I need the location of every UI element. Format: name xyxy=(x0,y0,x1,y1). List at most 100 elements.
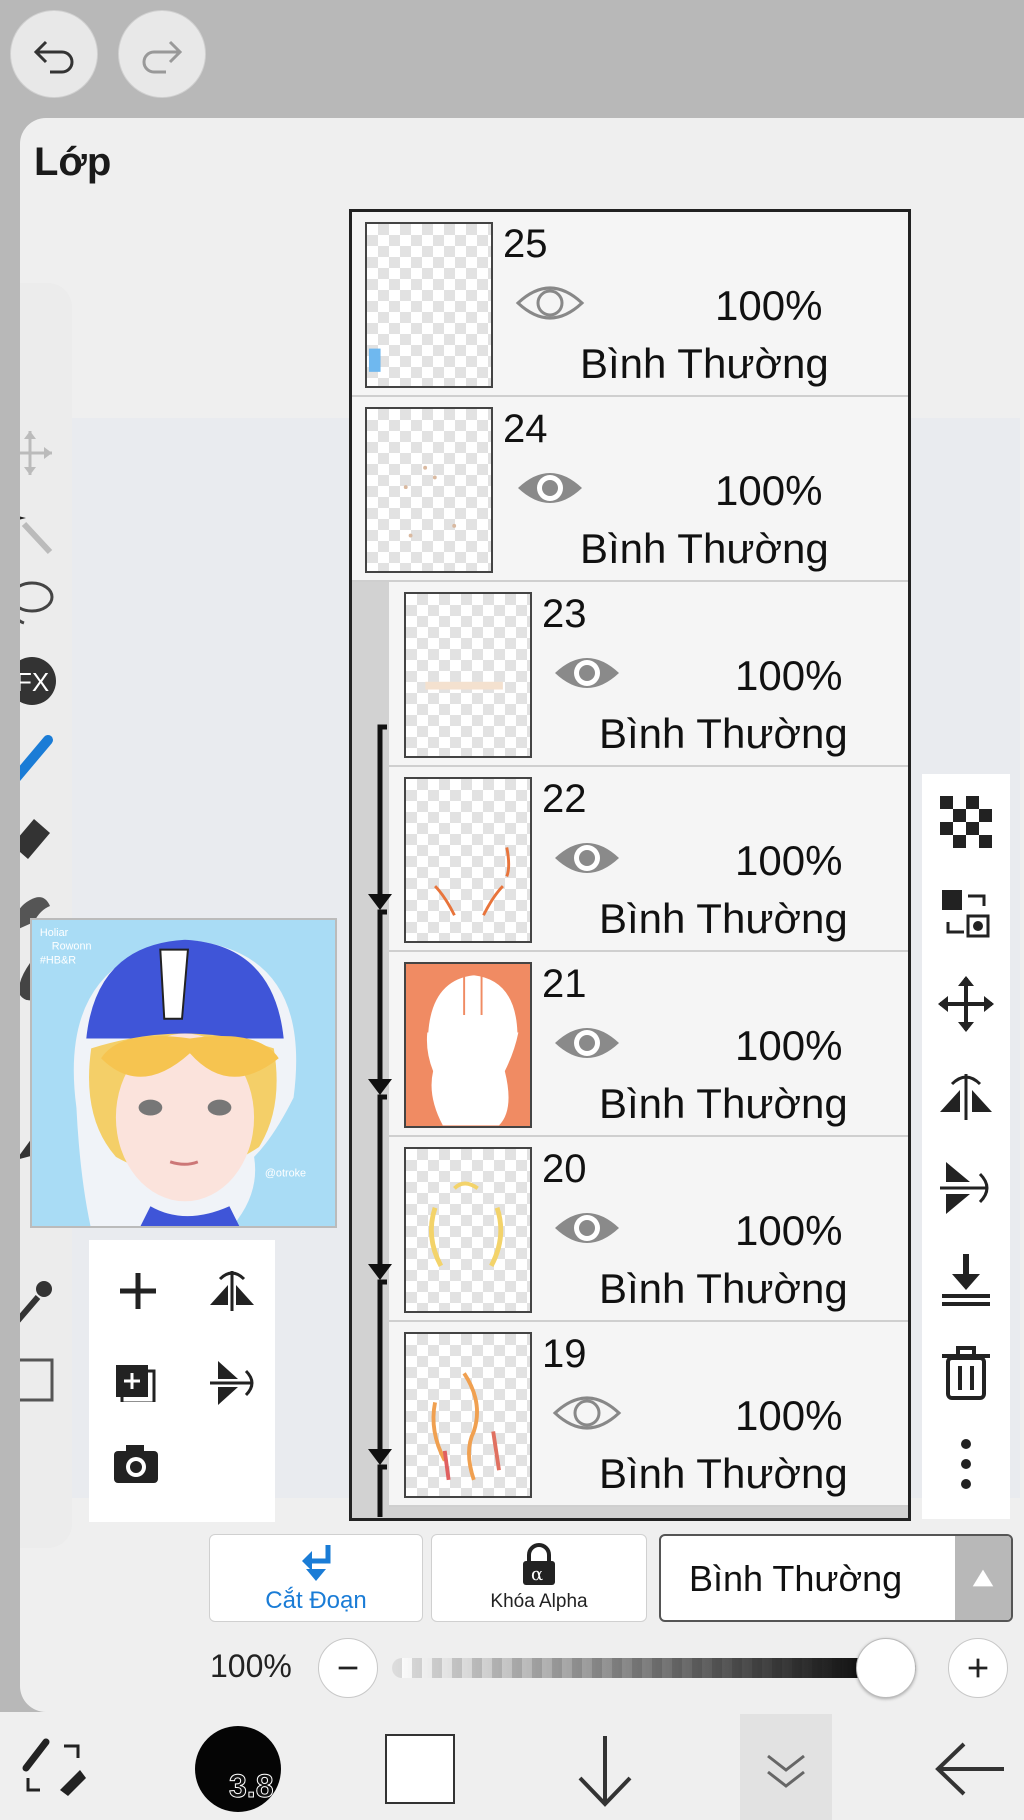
clip-arrow-icon xyxy=(302,1545,331,1581)
color-swatch[interactable] xyxy=(385,1734,455,1804)
layer-blend-mode: Bình Thường xyxy=(599,1265,848,1312)
more-options-button[interactable] xyxy=(934,1432,998,1496)
minus-icon xyxy=(338,1666,358,1670)
down-arrow-button[interactable] xyxy=(570,1730,640,1810)
layer-number: 24 xyxy=(503,407,548,451)
alpha-lock-button[interactable]: α Khóa Alpha xyxy=(431,1534,647,1622)
layer-number: 21 xyxy=(542,962,587,1006)
tool-swap-button[interactable] xyxy=(18,1734,92,1804)
camera-panel xyxy=(89,1402,183,1522)
visibility-toggle[interactable] xyxy=(552,1018,622,1068)
canvas-icon[interactable] xyxy=(20,1348,60,1408)
arrow-left-icon xyxy=(935,1742,1004,1796)
layer-thumbnail xyxy=(404,777,532,943)
svg-text:Rowonn: Rowonn xyxy=(52,941,92,953)
merge-down-icon xyxy=(942,1254,990,1306)
brush-size-button[interactable]: 3.8 xyxy=(195,1726,281,1812)
visibility-toggle[interactable] xyxy=(515,463,585,513)
alpha-lock-label: Khóa Alpha xyxy=(490,1591,588,1612)
swap-layer-button[interactable] xyxy=(934,882,998,946)
visibility-toggle[interactable] xyxy=(552,833,622,883)
arrow-down-icon xyxy=(578,1736,632,1807)
move-tool-icon[interactable] xyxy=(20,423,60,483)
layer-tools-rail xyxy=(922,774,1010,1519)
transparency-button[interactable] xyxy=(934,790,998,854)
layer-row[interactable]: 25 100% Bình Thường xyxy=(352,212,908,397)
canvas-preview[interactable]: Holiar Rowonn #HB&R @otroke xyxy=(30,918,337,1228)
flip-horizontal-icon xyxy=(940,1074,992,1120)
collapse-panel-button[interactable] xyxy=(740,1714,832,1820)
layer-row[interactable]: 22 100% Bình Thường xyxy=(389,767,908,952)
blend-mode-select[interactable]: Bình Thường xyxy=(659,1534,1013,1622)
eye-outline-icon xyxy=(552,1396,622,1430)
layer-opacity: 100% xyxy=(715,467,823,514)
layer-thumbnail xyxy=(404,1332,532,1498)
add-layer-button[interactable] xyxy=(103,1256,173,1326)
layer-blend-mode: Bình Thường xyxy=(599,895,848,942)
layer-number: 19 xyxy=(542,1332,587,1376)
clipping-label: Cắt Đoạn xyxy=(265,1587,367,1614)
fx-icon[interactable]: FX xyxy=(20,651,60,711)
eye-icon xyxy=(555,658,619,688)
layer-row[interactable]: 20 100% Bình Thường xyxy=(389,1137,908,1322)
flip-vertical-icon xyxy=(210,1361,254,1405)
layer-thumbnail xyxy=(404,592,532,758)
eye-icon xyxy=(555,1213,619,1243)
layer-row[interactable]: 23 100% Bình Thường xyxy=(389,582,908,767)
eraser-icon[interactable] xyxy=(20,803,60,863)
blend-mode-value: Bình Thường xyxy=(689,1558,903,1599)
eyedropper-icon[interactable] xyxy=(20,1273,60,1333)
tool-sidebar: FX xyxy=(20,283,72,1548)
more-vertical-icon xyxy=(961,1439,971,1489)
layer-thumbnail xyxy=(404,1147,532,1313)
layer-row[interactable]: 24 100% Bình Thường xyxy=(352,397,908,582)
layer-row[interactable]: 19 100% Bình Thường xyxy=(389,1322,908,1507)
undo-icon xyxy=(33,40,74,74)
brush-icon[interactable] xyxy=(20,728,60,788)
opacity-increase-button[interactable] xyxy=(948,1638,1008,1698)
layer-opacity: 100% xyxy=(735,652,843,699)
chevron-double-down-icon xyxy=(767,1754,805,1788)
layer-list[interactable]: 25 100% Bình Thường 24 100% Bình Thường … xyxy=(349,209,911,1521)
layer-number: 23 xyxy=(542,592,587,636)
bottom-toolbar: 3.8 xyxy=(0,1712,1024,1820)
trash-icon xyxy=(942,1346,990,1400)
eye-outline-icon xyxy=(515,286,585,320)
lasso-icon[interactable] xyxy=(20,573,60,633)
flip-vertical-icon xyxy=(940,1162,989,1214)
layer-number: 20 xyxy=(542,1147,587,1191)
visibility-toggle[interactable] xyxy=(552,1203,622,1253)
layer-opacity: 100% xyxy=(735,1022,843,1069)
flip-vertical-button[interactable] xyxy=(197,1348,267,1418)
visibility-toggle[interactable] xyxy=(552,1388,622,1438)
eye-icon xyxy=(555,1028,619,1058)
visibility-toggle[interactable] xyxy=(515,278,585,328)
flip-horizontal-button[interactable] xyxy=(197,1256,267,1326)
layer-row[interactable]: 21 100% Bình Thường xyxy=(389,952,908,1137)
flip-layer-vertical-button[interactable] xyxy=(934,1156,998,1220)
magic-wand-icon[interactable] xyxy=(20,498,60,558)
layer-blend-mode: Bình Thường xyxy=(599,1450,848,1497)
layer-blend-mode: Bình Thường xyxy=(599,710,848,757)
back-button[interactable] xyxy=(930,1734,1010,1804)
layer-blend-mode: Bình Thường xyxy=(580,525,829,572)
layer-opacity: 100% xyxy=(735,1392,843,1439)
svg-text:FX: FX xyxy=(20,667,49,697)
delete-layer-button[interactable] xyxy=(934,1340,998,1404)
checkerboard-icon xyxy=(940,796,992,848)
clipping-button[interactable]: Cắt Đoạn xyxy=(209,1534,423,1622)
redo-button[interactable] xyxy=(118,10,206,98)
undo-button[interactable] xyxy=(10,10,98,98)
opacity-slider[interactable] xyxy=(392,1658,916,1678)
opacity-decrease-button[interactable] xyxy=(318,1638,378,1698)
merge-down-button[interactable] xyxy=(934,1248,998,1312)
move-layer-button[interactable] xyxy=(934,972,998,1036)
visibility-toggle[interactable] xyxy=(552,648,622,698)
layer-thumbnail xyxy=(365,407,493,573)
flip-horizontal-icon xyxy=(210,1271,254,1311)
opacity-slider-thumb[interactable] xyxy=(856,1638,916,1698)
flip-layer-horizontal-button[interactable] xyxy=(934,1064,998,1128)
layer-opacity: 100% xyxy=(735,837,843,884)
camera-button[interactable] xyxy=(101,1428,171,1498)
layer-number: 22 xyxy=(542,777,587,821)
